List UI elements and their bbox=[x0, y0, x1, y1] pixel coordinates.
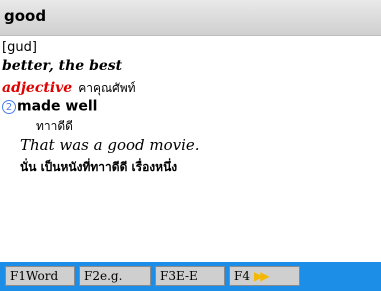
f3-action-label: E-E bbox=[175, 269, 198, 283]
sense-number-badge: 2 bbox=[2, 99, 16, 114]
sense-thai-translation: ทาาดีดี bbox=[36, 119, 73, 133]
part-of-speech-line: adjective คาคุณศัพท์ bbox=[2, 77, 136, 98]
comparative-forms: better, the best bbox=[2, 58, 123, 74]
f3-english-english-button[interactable]: F3E-E bbox=[155, 266, 225, 286]
f2-example-button[interactable]: F2e.g. bbox=[79, 266, 151, 286]
entry-content[interactable]: [gud] better, the best adjective คาคุณศัพ… bbox=[0, 36, 381, 262]
sense-line: 2 made well bbox=[2, 96, 97, 115]
example-sentence: That was a good movie. bbox=[20, 136, 200, 154]
f2-key-label: F2 bbox=[84, 269, 100, 283]
f4-key-label: F4 bbox=[234, 269, 250, 283]
f4-next-button[interactable]: F4 ▶▶ bbox=[229, 266, 300, 286]
example-thai-translation: นั่น เป็นหนังที่ทาาดีดี เรื่องหนึ่ง bbox=[20, 160, 178, 174]
function-key-bar: F1Word F2e.g. F3E-E F4 ▶▶ bbox=[0, 262, 381, 291]
f2-action-label: e.g. bbox=[99, 269, 123, 283]
double-arrow-right-icon: ▶▶ bbox=[253, 269, 270, 283]
f1-word-button[interactable]: F1Word bbox=[5, 266, 75, 286]
f1-key-label: F1 bbox=[10, 269, 26, 283]
headword-bar: good bbox=[0, 0, 381, 36]
f1-action-label: Word bbox=[25, 269, 59, 283]
sense-definition: made well bbox=[17, 98, 98, 115]
headword: good bbox=[4, 7, 47, 25]
pronunciation: [gud] bbox=[2, 40, 37, 55]
f3-key-label: F3 bbox=[160, 269, 176, 283]
part-of-speech: adjective bbox=[2, 80, 73, 96]
dictionary-app: good [gud] better, the best adjective คาค… bbox=[0, 0, 381, 291]
scrollbar[interactable] bbox=[376, 36, 381, 262]
part-of-speech-thai: คาคุณศัพท์ bbox=[78, 81, 136, 95]
